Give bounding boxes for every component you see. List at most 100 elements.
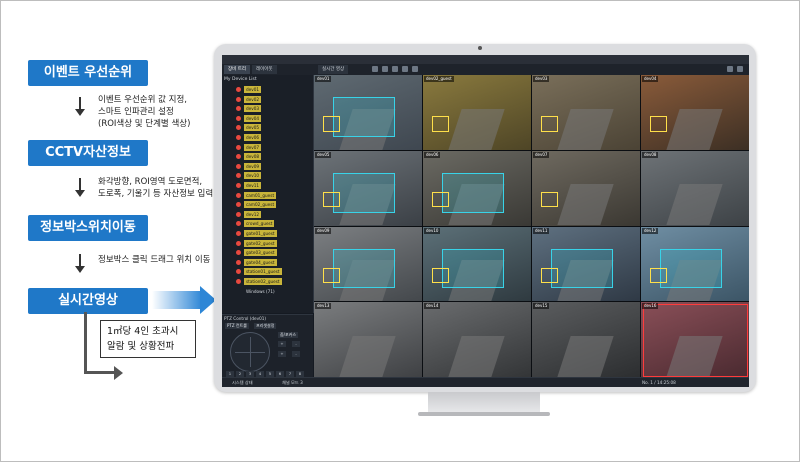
focus-out-button[interactable]: - [292, 351, 300, 357]
detection-box [431, 116, 449, 132]
alert-threshold-box: 1㎡당 4인 초과시 알람 및 상황전파 [100, 320, 196, 358]
camera-tile[interactable]: dev05 [314, 150, 422, 226]
ptz-preset-tab[interactable]: 프리셋설정 [254, 323, 277, 329]
camera-status-icon [236, 173, 241, 179]
camera-tile[interactable]: dev03 [532, 75, 640, 150]
toolbar-fullscreen-icon[interactable] [412, 66, 418, 72]
roi-area [442, 173, 504, 213]
device-label: station01_guest [244, 268, 282, 276]
camera-label: dev11 [533, 227, 550, 234]
camera-label: dev13 [315, 303, 332, 310]
roi-area [551, 248, 613, 289]
device-item[interactable]: gate04_guest [236, 258, 308, 266]
tab-layout[interactable]: 레이아웃 [252, 65, 277, 74]
camera-tile[interactable]: dev04 [641, 75, 749, 150]
device-item[interactable]: cam01_guest [236, 191, 308, 199]
device-item[interactable]: gate01_guest [236, 230, 308, 237]
app-titlebar [222, 55, 749, 64]
device-label: dev07 [244, 143, 262, 151]
camera-tile[interactable]: dev15 [532, 302, 640, 377]
alert-connector-horizontal [84, 371, 116, 374]
device-item[interactable]: dev09 [236, 162, 308, 170]
camera-label: dev09 [315, 227, 332, 234]
road-surface [557, 335, 615, 377]
toolbar-record-icon[interactable] [382, 66, 388, 72]
road-surface [666, 184, 724, 226]
device-label: station02_guest [244, 278, 282, 285]
ptz-title: PTZ Control (dev01) [224, 316, 267, 321]
camera-tile[interactable]: dev07 [532, 150, 640, 226]
alert-arrow-head [114, 366, 123, 380]
step-note-cctv-asset-info: 화각방향, ROI영역 도로면적, 도로폭, 기울기 등 자산정보 입력 [98, 177, 214, 199]
device-label: gate01_guest [244, 230, 277, 237]
device-item[interactable]: dev08 [236, 153, 308, 161]
device-item[interactable]: dev04 [236, 114, 308, 122]
device-item[interactable]: dev06 [236, 134, 308, 141]
zoom-in-button[interactable]: + [278, 341, 286, 347]
status-system: 시스템 상태 [232, 380, 253, 385]
device-item[interactable]: crowd_guest [236, 220, 308, 228]
camera-label: dev15 [533, 303, 550, 310]
camera-tile[interactable]: dev01 [314, 75, 422, 150]
detection-box [649, 116, 667, 132]
camera-label: dev06 [424, 151, 441, 158]
camera-status-icon [236, 202, 241, 208]
roi-area [660, 248, 722, 289]
ptz-control-tab[interactable]: PTZ 컨트롤 [225, 323, 249, 329]
toolbar-play-icon[interactable] [392, 66, 398, 72]
toolbar-grid-icon[interactable] [372, 66, 378, 72]
camera-tile[interactable]: dev13 [314, 302, 422, 377]
device-item[interactable]: dev12 [236, 210, 308, 218]
detection-box [649, 267, 667, 284]
toolbar-layout-icon[interactable] [402, 66, 408, 72]
detection-box [540, 116, 558, 132]
device-label: crowd_guest [244, 220, 275, 228]
camera-tile[interactable]: dev11 [532, 226, 640, 302]
camera-status-icon [236, 183, 241, 188]
device-item[interactable]: dev11 [236, 182, 308, 189]
camera-status-icon [236, 240, 241, 246]
camera-label: dev12 [642, 227, 659, 234]
toolbar-settings-icon[interactable] [727, 66, 733, 72]
step-info-box-move: 정보박스위치이동 [28, 215, 148, 241]
camera-status-icon [236, 259, 241, 265]
camera-tile[interactable]: dev06 [423, 150, 531, 226]
device-item[interactable]: gate02_guest [236, 239, 308, 247]
camera-status-icon [236, 221, 241, 227]
device-label: dev03 [244, 105, 262, 113]
camera-tile[interactable]: dev02_guest [423, 75, 531, 150]
device-group[interactable]: Windows (71) [236, 288, 308, 295]
camera-tile[interactable]: dev12 [641, 226, 749, 302]
device-label: dev05 [244, 124, 262, 132]
camera-status-icon [236, 96, 241, 102]
camera-tile[interactable]: dev16 [641, 302, 749, 377]
device-item[interactable]: cam02_guest [236, 201, 308, 209]
device-item[interactable]: dev03 [236, 105, 308, 113]
device-group-label: Windows (71) [246, 288, 275, 294]
device-item[interactable]: station01_guest [236, 268, 308, 276]
device-item[interactable]: dev07 [236, 143, 308, 151]
ptz-joystick[interactable] [230, 332, 270, 372]
device-item[interactable]: station02_guest [236, 278, 308, 285]
ptz-zoom-label: 줌/포커스 [278, 332, 299, 338]
tab-device-tree[interactable]: 장비 트리 [224, 65, 250, 74]
camera-tile[interactable]: dev14 [423, 302, 531, 377]
camera-tile[interactable]: dev10 [423, 226, 531, 302]
camera-label: dev10 [424, 227, 441, 234]
tab-live-video[interactable]: 실시간 영상 [318, 65, 349, 74]
device-item[interactable]: dev01 [236, 86, 308, 93]
zoom-out-button[interactable]: - [292, 341, 300, 347]
device-item[interactable]: dev05 [236, 124, 308, 132]
camera-tile[interactable]: dev09 [314, 226, 422, 302]
device-item[interactable]: gate03_guest [236, 249, 308, 257]
alert-connector-vertical [84, 312, 87, 374]
device-item[interactable]: dev02 [236, 95, 308, 103]
focus-in-button[interactable]: + [278, 351, 286, 357]
device-label: gate03_guest [244, 249, 277, 257]
device-item[interactable]: dev10 [236, 172, 308, 180]
device-label: gate02_guest [244, 239, 277, 247]
camera-tile[interactable]: dev08 [641, 150, 749, 226]
step-note-info-box-move: 정보박스 클릭 드래그 위치 이동 [98, 255, 211, 265]
toolbar-close-icon[interactable] [737, 66, 743, 72]
roi-area [333, 173, 395, 213]
